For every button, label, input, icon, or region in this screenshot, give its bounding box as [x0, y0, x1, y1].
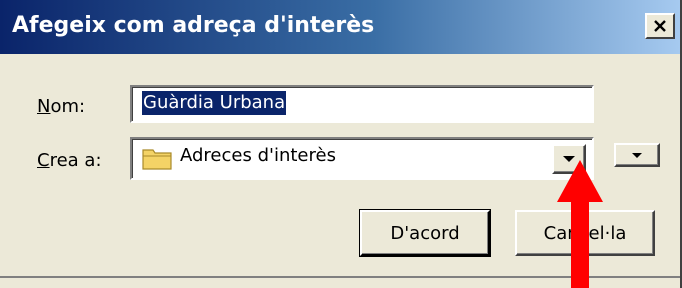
folder-icon: [142, 149, 172, 170]
expand-folders-button[interactable]: [614, 143, 660, 167]
window-title: Afegeix com adreça d'interès: [12, 13, 375, 38]
chevron-down-icon: [632, 152, 642, 158]
close-icon: [654, 20, 666, 32]
create-in-value: Adreces d'interès: [180, 145, 336, 166]
title-bar: Afegeix com adreça d'interès: [0, 0, 680, 54]
name-input[interactable]: Guàrdia Urbana: [130, 85, 594, 123]
name-label: Nom:: [37, 96, 86, 117]
ok-button[interactable]: D'acord: [359, 209, 491, 257]
create-in-combobox[interactable]: Adreces d'interès: [130, 137, 594, 180]
create-in-label: Crea a:: [37, 150, 102, 171]
red-arrow-icon: [557, 160, 603, 288]
name-input-value: Guàrdia Urbana: [142, 91, 287, 115]
close-button[interactable]: [645, 13, 675, 39]
